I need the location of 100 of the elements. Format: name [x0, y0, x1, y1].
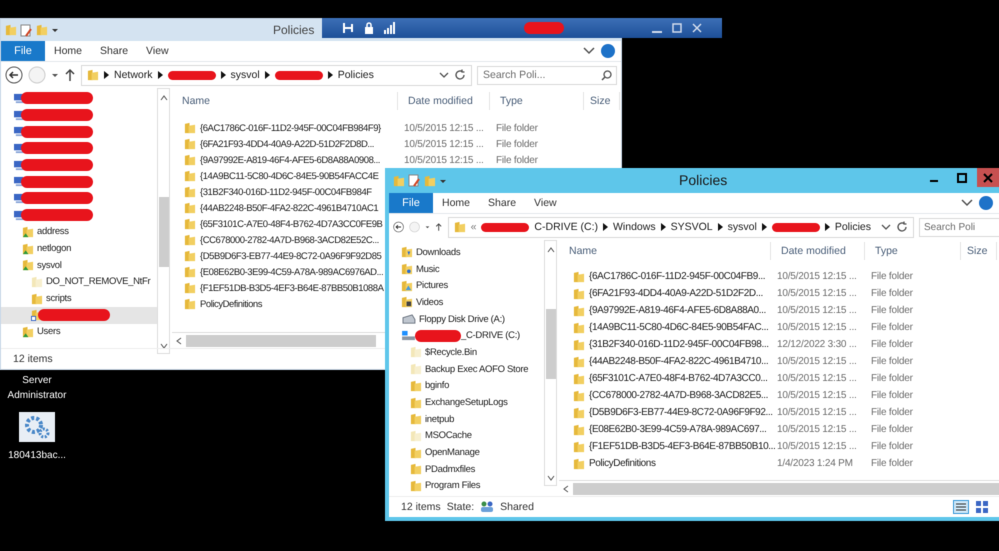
search-field[interactable]: Search Poli: [919, 218, 999, 236]
tree-item[interactable]: DO_NOT_REMOVE_NtFr: [1, 274, 157, 290]
tree-item[interactable]: Program Files: [389, 478, 544, 494]
address-bar[interactable]: Network sysvol Policies: [81, 64, 472, 86]
file-name[interactable]: {F1EF51DB-B3D5-4EF3-B64E-87BB50B10...: [589, 441, 776, 452]
large-icons-view-icon[interactable]: [975, 500, 989, 514]
file-name[interactable]: PolicyDefinitions: [589, 458, 656, 469]
file-name[interactable]: {44AB2248-B50F-4FA2-822C-4961B4710AC1: [200, 202, 378, 214]
breadcrumb-arrow-icon[interactable]: [660, 223, 666, 231]
breadcrumb-arrow-icon[interactable]: [264, 71, 270, 79]
tree-item[interactable]: _C-DRIVE (C:): [389, 327, 544, 344]
column-header[interactable]: Date modified: [398, 92, 490, 110]
breadcrumb-arrow-icon[interactable]: [158, 71, 163, 79]
details-view-icon[interactable]: [953, 500, 969, 514]
file-name[interactable]: {CC678000-2782-4A7D-B968-3ACD82E5...: [589, 390, 768, 401]
back-icon[interactable]: [5, 66, 23, 84]
chevron-up-icon[interactable]: [160, 95, 168, 101]
overflow-chevron[interactable]: «: [470, 221, 476, 233]
chevron-down-icon[interactable]: [961, 199, 973, 207]
file-name[interactable]: {6FA21F93-4DD4-40A9-A22D-51D2F2D8D...: [200, 138, 374, 150]
breadcrumb-arrow-icon[interactable]: [762, 223, 767, 231]
scrollbar-thumb[interactable]: [546, 309, 556, 379]
refresh-icon[interactable]: [896, 221, 908, 233]
address-bar[interactable]: « C-DRIVE (C:) Windows SYSVOL sysvol Policies: [448, 216, 914, 238]
tree-item[interactable]: OpenManage: [389, 444, 544, 461]
up-arrow-icon[interactable]: [64, 68, 76, 82]
file-name[interactable]: {D5B9D6F3-EB77-44E9-8C72-0A96F9F92D85: [200, 250, 382, 262]
file-name[interactable]: {9A97992E-A819-46F4-AFE5-6D8A88A0...: [589, 305, 766, 316]
breadcrumb-item[interactable]: Network: [114, 69, 153, 81]
restore-icon[interactable]: [672, 23, 682, 33]
close-icon[interactable]: [983, 172, 993, 182]
tree-item[interactable]: Users: [1, 324, 157, 340]
breadcrumb-item[interactable]: Policies: [338, 69, 374, 81]
breadcrumb-arrow-icon[interactable]: [603, 223, 608, 231]
column-header[interactable]: Size: [584, 92, 620, 110]
file-tab[interactable]: File: [1, 41, 45, 61]
file-name[interactable]: {F1EF51DB-B3D5-4EF3-B64E-87BB50B1088A: [200, 282, 384, 294]
tree-item[interactable]: Backup Exec AOFO Store: [389, 360, 544, 378]
chevron-down-icon[interactable]: [439, 72, 449, 78]
column-header[interactable]: Type: [865, 242, 961, 260]
chevron-left-icon[interactable]: [176, 336, 182, 344]
dropdown-icon[interactable]: [51, 71, 59, 79]
file-name[interactable]: {E08E62B0-3E99-4C59-A78A-989AC697...: [589, 424, 766, 435]
search-field[interactable]: Search Poli...: [477, 66, 617, 84]
column-header[interactable]: Date modified: [771, 242, 865, 260]
ribbon-tab[interactable]: Share: [91, 45, 138, 57]
tree-item[interactable]: Floppy Disk Drive (A:): [389, 310, 544, 328]
tree-item[interactable]: scripts: [1, 290, 157, 307]
column-header[interactable]: Name: [559, 242, 771, 260]
file-name[interactable]: {CC678000-2782-4A7D-B968-3ACD82E52C...: [200, 234, 379, 246]
scrollbar-thumb[interactable]: [572, 482, 999, 494]
ribbon-tab[interactable]: Share: [479, 197, 526, 209]
file-name[interactable]: {44AB2248-B50F-4FA2-822C-4961B4710...: [589, 356, 768, 367]
file-name[interactable]: {E08E62B0-3E99-4C59-A78A-989AC6976AD...: [200, 266, 384, 278]
breadcrumb-item[interactable]: C-DRIVE (C:): [534, 221, 598, 233]
help-icon[interactable]: [601, 44, 615, 58]
breadcrumb-arrow-icon[interactable]: [718, 223, 723, 231]
ribbon-tab[interactable]: Home: [45, 45, 92, 57]
vertical-scrollbar[interactable]: [157, 88, 170, 354]
column-header[interactable]: Name: [172, 92, 398, 110]
horizontal-scrollbar[interactable]: [559, 480, 999, 496]
file-name[interactable]: {D5B9D6F3-EB77-44E9-8C72-0A96F9F92...: [589, 407, 773, 418]
breadcrumb-item[interactable]: SYSVOL: [670, 221, 713, 233]
file-name[interactable]: {65F3101C-A7E0-48F4-B762-4D7A3CC0FE9B: [200, 218, 382, 230]
column-header[interactable]: Type: [490, 92, 584, 110]
properties-icon[interactable]: [408, 174, 421, 187]
chevron-up-icon[interactable]: [546, 247, 554, 253]
scrollbar-thumb[interactable]: [158, 197, 168, 267]
file-name[interactable]: {31B2F340-016D-11D2-945F-00C04FB98...: [589, 339, 769, 350]
tree-item[interactable]: $Recycle.Bin: [389, 344, 544, 361]
horizontal-scrollbar[interactable]: [172, 332, 386, 348]
maximize-icon[interactable]: [957, 172, 967, 182]
chevron-down-icon[interactable]: [881, 224, 892, 230]
search-icon[interactable]: [601, 70, 612, 80]
file-name[interactable]: {65F3101C-A7E0-48F4-B762-4D7A3CC0...: [589, 373, 768, 384]
ribbon-tab[interactable]: View: [137, 45, 178, 57]
tree-item[interactable]: netlogon: [1, 240, 157, 257]
file-name[interactable]: {6AC1786C-016F-11D2-945F-00C04FB984F9}: [200, 122, 381, 134]
chevron-down-icon[interactable]: [583, 47, 595, 55]
breadcrumb-arrow-icon[interactable]: [104, 71, 109, 79]
column-header[interactable]: Size: [961, 242, 997, 260]
tree-item[interactable]: inetpub: [389, 410, 544, 428]
chevron-left-icon[interactable]: [563, 484, 569, 492]
tree-item[interactable]: sysvol: [1, 256, 157, 274]
file-tab[interactable]: File: [389, 193, 433, 213]
tree-item[interactable]: PDadmxfiles: [389, 460, 544, 478]
breadcrumb-arrow-icon[interactable]: [220, 71, 226, 79]
dropdown-icon[interactable]: [51, 26, 59, 34]
gear-icon[interactable]: [19, 412, 55, 442]
properties-icon[interactable]: [20, 24, 33, 36]
chevron-down-icon[interactable]: [160, 343, 168, 349]
vertical-scrollbar[interactable]: [544, 240, 557, 486]
file-name[interactable]: {9A97992E-A819-46F4-AFE5-6D8A88A0908...: [200, 154, 380, 166]
tree-item[interactable]: [1, 306, 157, 324]
close-button[interactable]: [977, 168, 999, 187]
scrollbar-thumb[interactable]: [186, 334, 376, 346]
file-name[interactable]: {14A9BC11-5C80-4D6C-84E5-90B54FAC...: [589, 322, 768, 333]
file-name[interactable]: PolicyDefinitions: [200, 298, 262, 310]
file-name[interactable]: {31B2F340-016D-11D2-945F-00C04FB984F: [200, 186, 372, 198]
desktop-icon-label[interactable]: Server Administrator: [0, 373, 74, 403]
